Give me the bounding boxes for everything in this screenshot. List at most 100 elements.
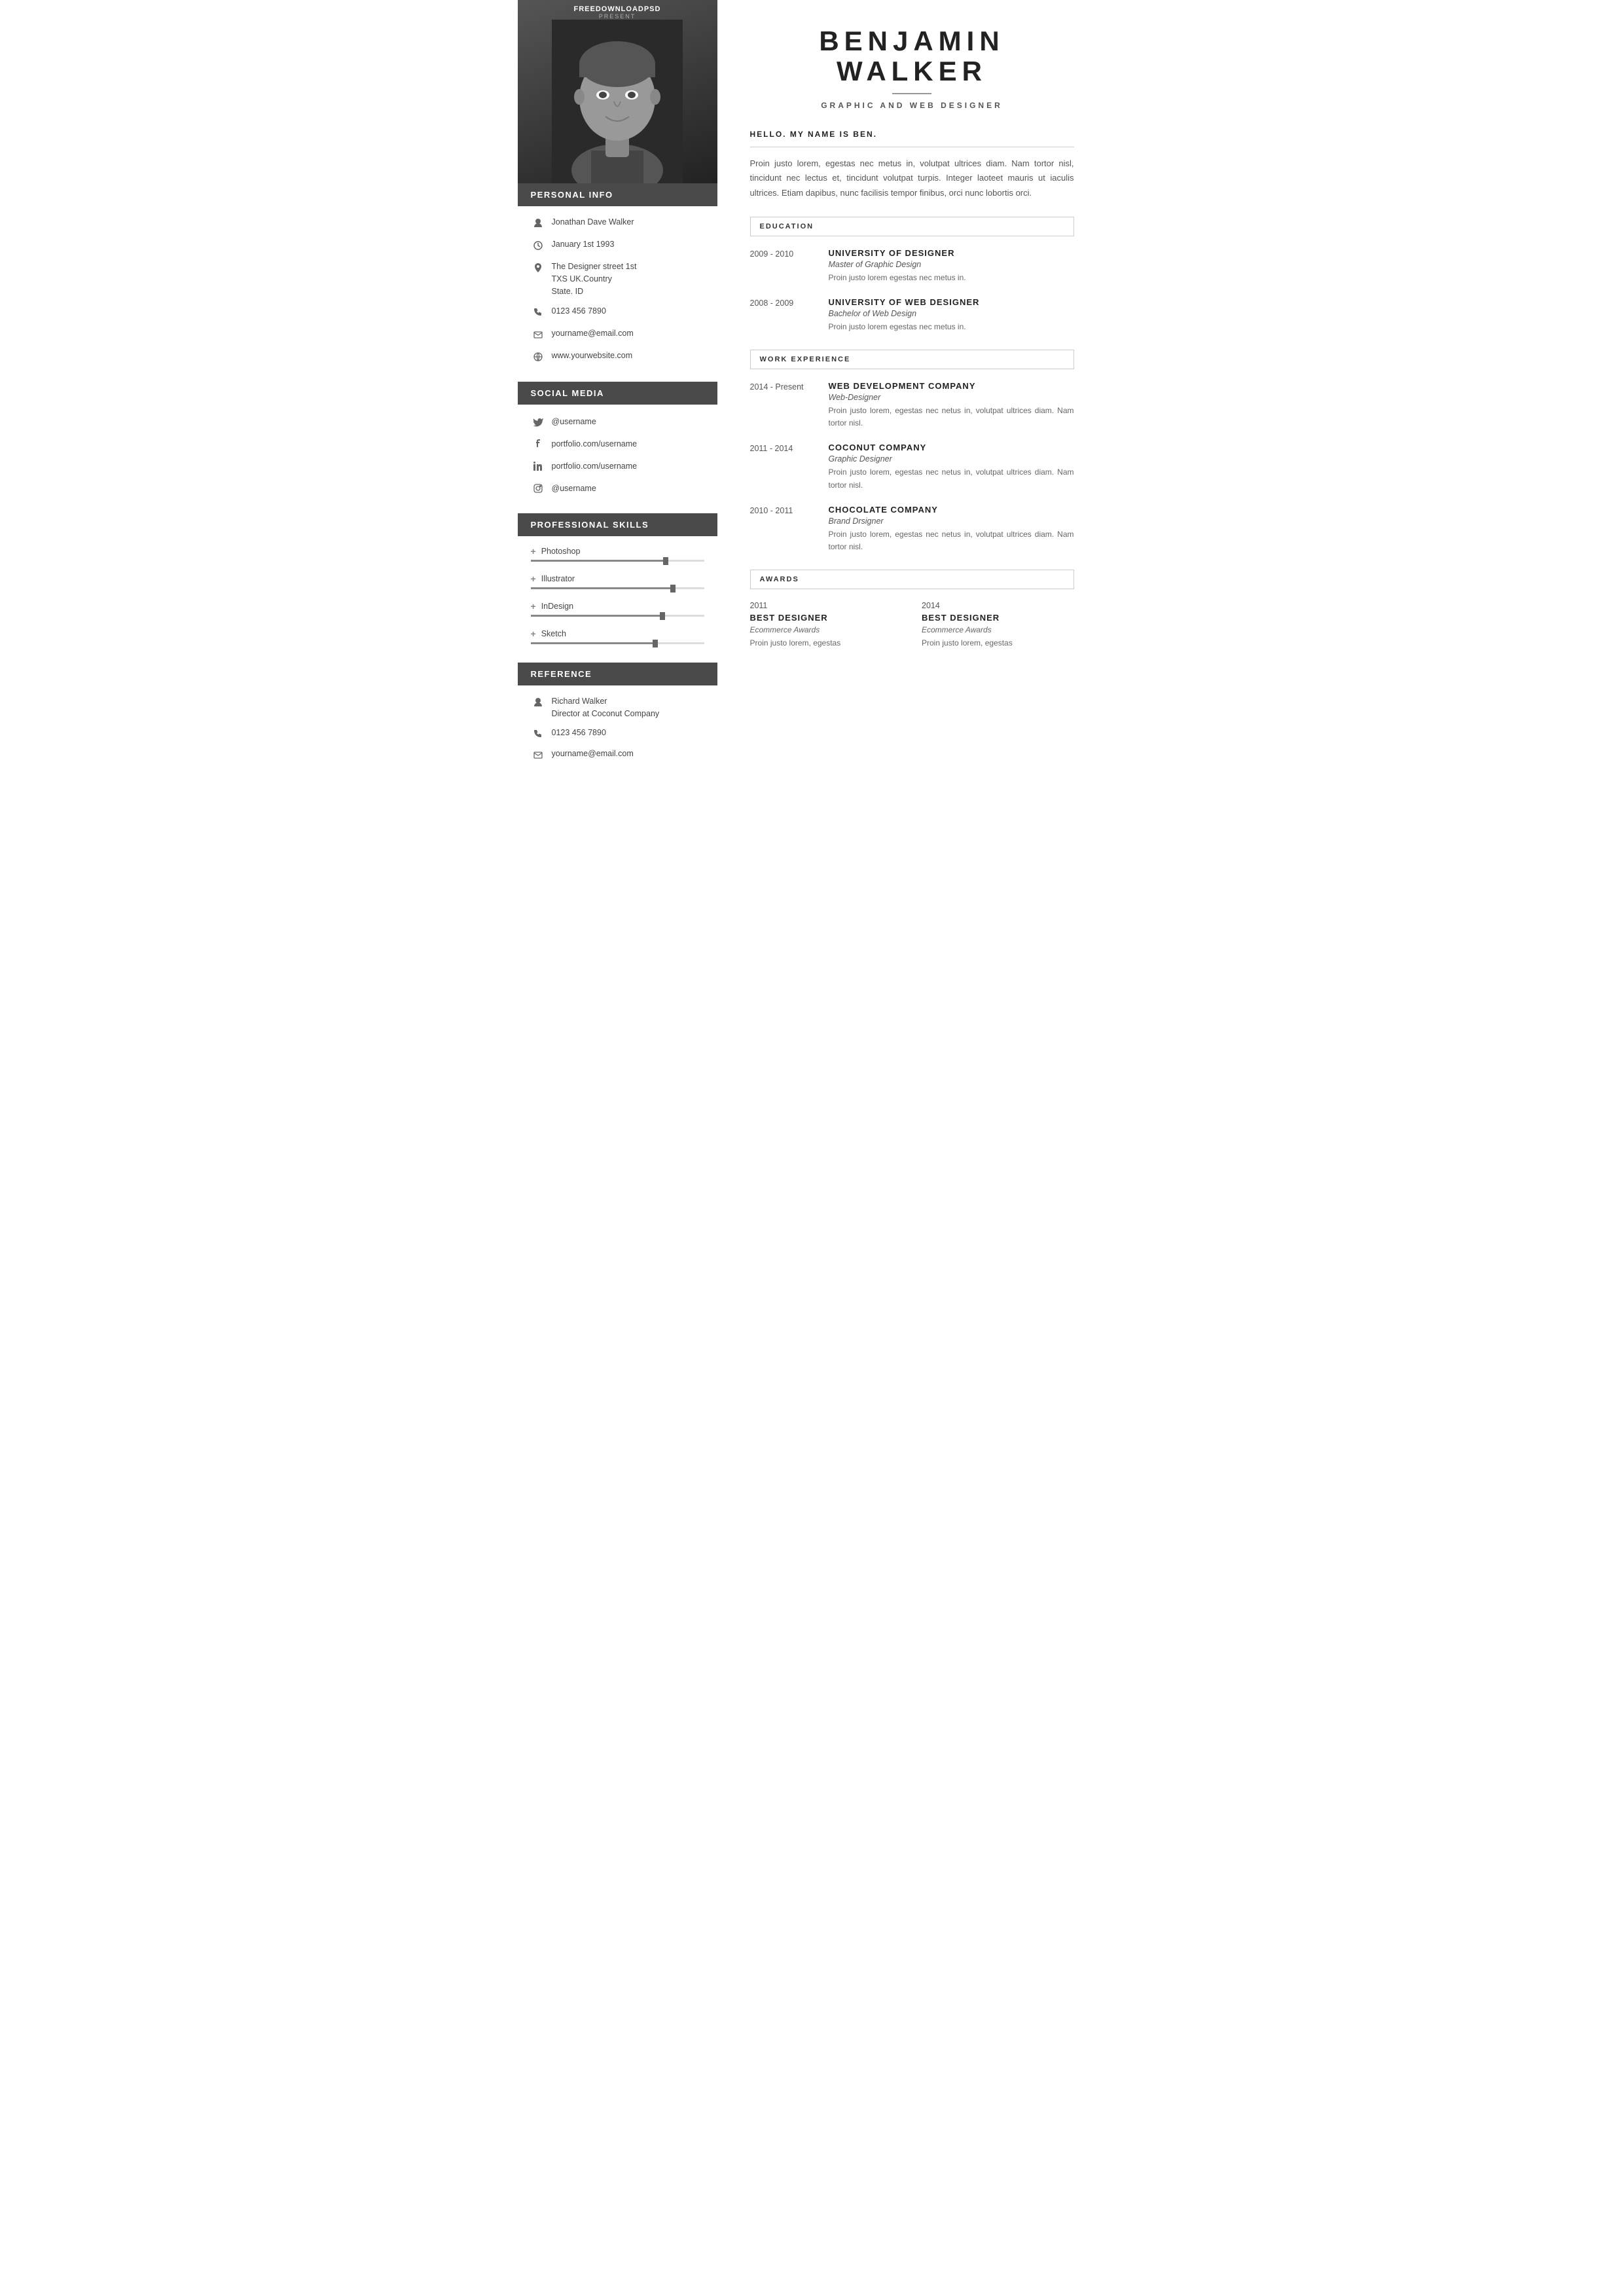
awards-grid: 2011 BEST DESIGNER Ecommerce Awards Proi…: [750, 601, 1074, 649]
ref-person-icon: [531, 695, 545, 710]
award-desc-1: Proin justo lorem, egestas: [750, 637, 903, 649]
work-entry-2: 2011 - 2014 COCONUT COMPANY Graphic Desi…: [750, 443, 1074, 491]
award-year-1: 2011: [750, 601, 903, 610]
work-desc-2: Proin justo lorem, egestas nec netus in,…: [829, 466, 1074, 491]
award-source-1: Ecommerce Awards: [750, 625, 903, 634]
intro-text: Proin justo lorem, egestas nec metus in,…: [750, 156, 1074, 200]
award-col-2: 2014 BEST DESIGNER Ecommerce Awards Proi…: [922, 601, 1074, 649]
name-item: Jonathan Dave Walker: [531, 216, 704, 230]
skill-name-illustrator: Illustrator: [541, 574, 575, 583]
work-entry-1: 2014 - Present WEB DEVELOPMENT COMPANY W…: [750, 381, 1074, 429]
skill-plus-icon-3: +: [531, 601, 536, 611]
ref-phone: 0123 456 7890: [552, 727, 606, 739]
edu-details-2: UNIVERSITY OF WEB DESIGNER Bachelor of W…: [829, 297, 1074, 333]
skill-fill-illustrator: [531, 587, 673, 589]
skill-photoshop: + Photoshop: [531, 546, 704, 562]
birthday: January 1st 1993: [552, 238, 615, 251]
logo-present: PRESENT: [574, 13, 661, 20]
skill-illustrator: + Illustrator: [531, 574, 704, 589]
ref-phone-item: 0123 456 7890: [531, 727, 704, 741]
logo-brand: FREEDOWNLOADPSD: [574, 5, 661, 13]
instagram-item: @username: [531, 481, 704, 496]
sidebar: FREEDOWNLOADPSD PRESENT: [518, 0, 717, 778]
social-media-header: SOCIAL MEDIA: [518, 382, 717, 405]
work-details-3: CHOCOLATE COMPANY Brand Drsigner Proin j…: [829, 505, 1074, 553]
skill-marker-indesign: [660, 612, 665, 620]
edu-institution-2: UNIVERSITY OF WEB DESIGNER: [829, 297, 1074, 307]
awards-header: AWARDS: [750, 570, 1074, 589]
job-title: GRAPHIC AND WEB DESIGNER: [750, 101, 1074, 110]
edu-years-1: 2009 - 2010: [750, 248, 829, 284]
logo-area: FREEDOWNLOADPSD PRESENT: [574, 5, 661, 20]
work-role-3: Brand Drsigner: [829, 517, 1074, 526]
edu-years-2: 2008 - 2009: [750, 297, 829, 333]
skill-sketch: + Sketch: [531, 629, 704, 644]
award-col-1: 2011 BEST DESIGNER Ecommerce Awards Proi…: [750, 601, 903, 649]
work-desc-3: Proin justo lorem, egestas nec netus in,…: [829, 528, 1074, 553]
photo-area: FREEDOWNLOADPSD PRESENT: [518, 0, 717, 183]
edu-institution-1: UNIVERSITY OF DESIGNER: [829, 248, 1074, 258]
edu-degree-2: Bachelor of Web Design: [829, 309, 1074, 318]
award-desc-2: Proin justo lorem, egestas: [922, 637, 1074, 649]
address: The Designer street 1stTXS UK.CountrySta…: [552, 261, 637, 297]
ref-title: Director at Coconut Company: [552, 709, 660, 718]
skill-plus-icon-4: +: [531, 629, 536, 639]
education-entry-2: 2008 - 2009 UNIVERSITY OF WEB DESIGNER B…: [750, 297, 1074, 333]
social-media-content: @username portfolio.com/username portfol…: [518, 405, 717, 513]
linkedin-item: portfolio.com/username: [531, 459, 704, 473]
name-divider: [892, 93, 931, 94]
skill-marker-sketch: [653, 640, 658, 647]
work-company-1: WEB DEVELOPMENT COMPANY: [829, 381, 1074, 391]
main-header: BENJAMIN WALKER GRAPHIC AND WEB DESIGNER: [750, 26, 1074, 110]
work-header: WORK EXPERIENCE: [750, 350, 1074, 369]
website: www.yourwebsite.com: [552, 350, 633, 362]
linkedin-url: portfolio.com/username: [552, 460, 638, 473]
linkedin-icon: [531, 459, 545, 473]
skills-content: + Photoshop + Illustrator + InDesign: [518, 536, 717, 663]
skill-name-indesign: InDesign: [541, 602, 573, 611]
email: yourname@email.com: [552, 327, 634, 340]
education-header: EDUCATION: [750, 217, 1074, 236]
full-name: Jonathan Dave Walker: [552, 216, 634, 228]
work-desc-1: Proin justo lorem, egestas nec netus in,…: [829, 405, 1074, 429]
work-years-1: 2014 - Present: [750, 381, 829, 429]
profile-photo: [552, 20, 683, 183]
address-item: The Designer street 1stTXS UK.CountrySta…: [531, 261, 704, 297]
instagram-handle: @username: [552, 483, 596, 495]
award-title-1: BEST DESIGNER: [750, 613, 903, 623]
instagram-icon: [531, 481, 545, 496]
ref-name-item: Richard Walker Director at Coconut Compa…: [531, 695, 704, 720]
personal-info-header: PERSONAL INFO: [518, 183, 717, 206]
birthday-item: January 1st 1993: [531, 238, 704, 253]
edu-degree-1: Master of Graphic Design: [829, 260, 1074, 269]
work-details-2: COCONUT COMPANY Graphic Designer Proin j…: [829, 443, 1074, 491]
facebook-item: portfolio.com/username: [531, 437, 704, 451]
skill-bar-illustrator: [531, 587, 704, 589]
email-item: yourname@email.com: [531, 327, 704, 342]
globe-icon: [531, 350, 545, 364]
work-role-2: Graphic Designer: [829, 454, 1074, 464]
reference-content: Richard Walker Director at Coconut Compa…: [518, 685, 717, 778]
award-year-2: 2014: [922, 601, 1074, 610]
work-years-2: 2011 - 2014: [750, 443, 829, 491]
skill-bar-sketch: [531, 642, 704, 644]
edu-details-1: UNIVERSITY OF DESIGNER Master of Graphic…: [829, 248, 1074, 284]
work-details-1: WEB DEVELOPMENT COMPANY Web-Designer Pro…: [829, 381, 1074, 429]
intro-section: HELLO. MY NAME IS BEN. Proin justo lorem…: [750, 130, 1074, 200]
twitter-handle: @username: [552, 416, 596, 428]
greeting: HELLO. MY NAME IS BEN.: [750, 130, 1074, 139]
website-item: www.yourwebsite.com: [531, 350, 704, 364]
ref-person-details: Richard Walker Director at Coconut Compa…: [552, 695, 660, 720]
ref-name: Richard Walker: [552, 697, 607, 706]
twitter-icon: [531, 414, 545, 429]
award-title-2: BEST DESIGNER: [922, 613, 1074, 623]
main-content: BENJAMIN WALKER GRAPHIC AND WEB DESIGNER…: [717, 0, 1107, 778]
work-company-2: COCONUT COMPANY: [829, 443, 1074, 452]
education-section: EDUCATION 2009 - 2010 UNIVERSITY OF DESI…: [750, 217, 1074, 333]
ref-email: yourname@email.com: [552, 748, 634, 760]
location-icon: [531, 261, 545, 275]
skill-bar-photoshop: [531, 560, 704, 562]
person-icon: [531, 216, 545, 230]
award-source-2: Ecommerce Awards: [922, 625, 1074, 634]
ref-phone-icon: [531, 727, 545, 741]
